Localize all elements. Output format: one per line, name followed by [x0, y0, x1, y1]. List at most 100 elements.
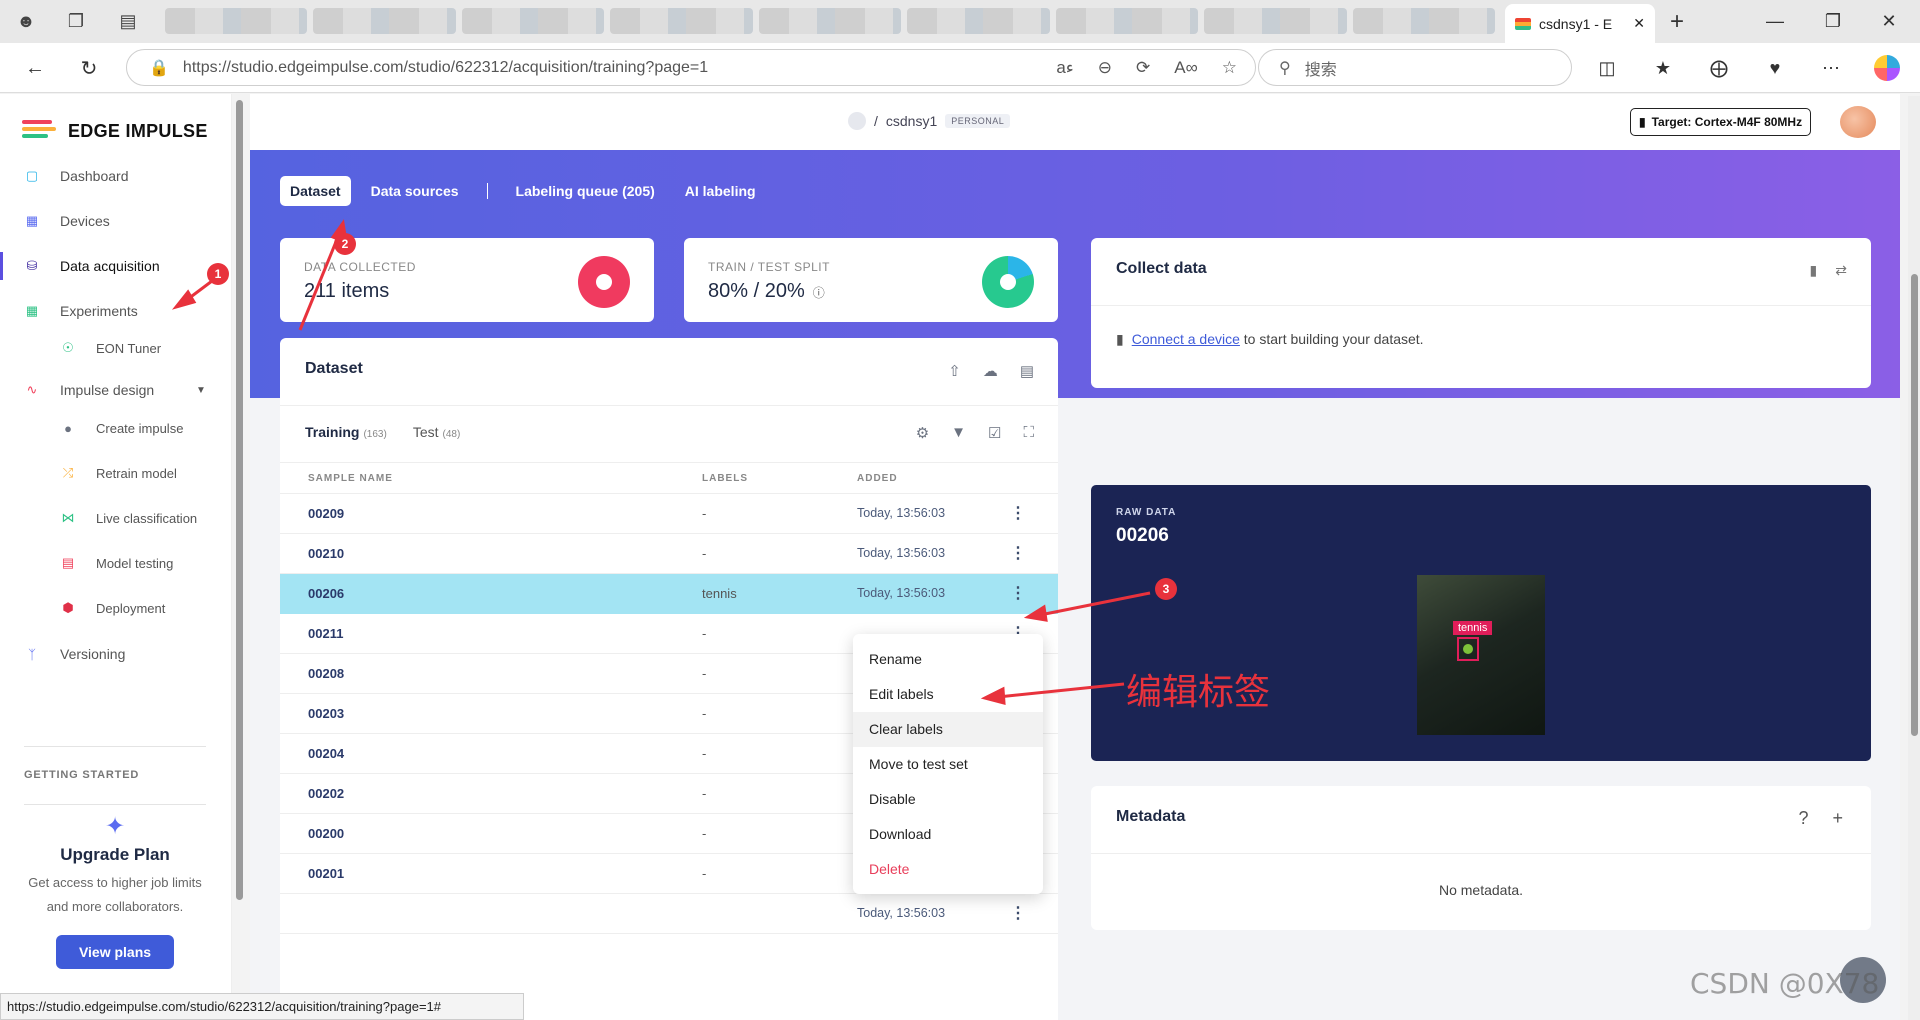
file-icon[interactable]: ▤	[1020, 362, 1034, 380]
split-value-wrap: 80% / 20% ⓘ	[708, 280, 825, 303]
sidebar-item-eon-tuner[interactable]: ☉ EON Tuner	[0, 334, 232, 362]
metadata-title: Metadata	[1116, 808, 1186, 825]
connect-device-link[interactable]: Connect a device	[1132, 331, 1240, 347]
sample-name-cell: 00200	[308, 826, 345, 841]
split-screen-icon[interactable]: ◫	[1590, 51, 1624, 85]
collections-icon[interactable]: ❐	[56, 2, 96, 42]
sidebar-item-live-classification[interactable]: ⋈ Live classification	[0, 504, 232, 532]
favorite-star-icon[interactable]: ☆	[1222, 58, 1237, 78]
browser-health-icon[interactable]: ♥	[1758, 51, 1792, 85]
user-avatar-small[interactable]	[848, 112, 866, 130]
upload-icon[interactable]: ⇧	[948, 362, 961, 380]
avatar[interactable]	[1840, 106, 1876, 138]
fullscreen-icon[interactable]: ⛶	[1023, 424, 1034, 442]
translate-icon[interactable]: aء	[1056, 58, 1073, 78]
usb-icon[interactable]: ⇄	[1835, 262, 1847, 279]
menu-item-disable[interactable]: Disable	[853, 782, 1043, 817]
page-scrollbar[interactable]	[1908, 96, 1920, 1020]
menu-item-move-to-test[interactable]: Move to test set	[853, 747, 1043, 782]
more-menu-icon[interactable]: ⋯	[1814, 51, 1848, 85]
collect-data-body: ▮ Connect a device to start building your…	[1116, 331, 1424, 348]
sidebar-item-retrain-model[interactable]: ⤮ Retrain model	[0, 459, 232, 487]
collections-add-icon[interactable]: ⨁	[1702, 51, 1736, 85]
brand-logo[interactable]: EDGE IMPULSE	[22, 120, 208, 142]
label-cell: -	[702, 506, 707, 521]
table-row[interactable]: Today, 13:56:03 ⋮	[280, 894, 1058, 934]
sidebar-item-data-acquisition[interactable]: ⛁ Data acquisition	[0, 252, 232, 280]
sidebar-scrollbar[interactable]	[236, 100, 243, 900]
help-icon[interactable]: ⓘ	[813, 286, 825, 300]
url-field[interactable]: 🔒 https://studio.edgeimpulse.com/studio/…	[126, 49, 1256, 86]
tab-ai-labeling[interactable]: AI labeling	[675, 176, 766, 206]
row-menu-kebab-icon[interactable]: ⋮	[1010, 503, 1026, 523]
sidebar-item-devices[interactable]: ▦ Devices	[0, 207, 232, 235]
sidebar-item-experiments[interactable]: ▦ Experiments	[0, 297, 232, 325]
row-menu-kebab-icon[interactable]: ⋮	[1010, 583, 1026, 603]
tab-test[interactable]: Test (48)	[413, 424, 460, 440]
menu-item-edit-labels[interactable]: Edit labels	[853, 677, 1043, 712]
target-device-button[interactable]: ▮ Target: Cortex-M4F 80MHz	[1630, 108, 1812, 136]
tab-dataset[interactable]: Dataset	[280, 176, 351, 206]
menu-item-download[interactable]: Download	[853, 817, 1043, 852]
sidebar: EDGE IMPULSE ▢ Dashboard ▦ Devices ⛁ Data a…	[0, 94, 232, 1020]
close-window-icon[interactable]: ✕	[1866, 0, 1912, 43]
data-collected-label: DATA COLLECTED	[304, 260, 416, 274]
row-menu-kebab-icon[interactable]: ⋮	[1010, 543, 1026, 563]
zoom-out-icon[interactable]: ⊖	[1098, 58, 1112, 78]
help-icon[interactable]: ?	[1798, 808, 1808, 829]
acquisition-tabs: Dataset Data sources Labeling queue (205…	[280, 176, 766, 206]
maximize-icon[interactable]: ❐	[1810, 0, 1856, 43]
database-icon: ⛁	[26, 258, 38, 273]
menu-item-rename[interactable]: Rename	[853, 642, 1043, 677]
tab-actions-icon[interactable]: ▤	[108, 2, 148, 42]
table-row[interactable]: 00206 tennis Today, 13:56:03 ⋮	[280, 574, 1058, 614]
sidebar-item-create-impulse[interactable]: ● Create impulse	[0, 414, 232, 442]
chip-icon[interactable]: ▮	[1810, 262, 1818, 279]
cloud-upload-icon[interactable]: ☁	[983, 362, 998, 380]
menu-item-clear-labels[interactable]: Clear labels	[853, 712, 1043, 747]
close-tab-icon[interactable]: ✕	[1633, 15, 1645, 32]
menu-item-delete[interactable]: Delete	[853, 852, 1043, 887]
column-labels[interactable]: LABELS	[702, 473, 748, 484]
new-tab-icon[interactable]: +	[1654, 0, 1700, 43]
column-sample-name[interactable]: SAMPLE NAME	[308, 473, 393, 484]
sidebar-item-versioning[interactable]: ᛉ Versioning	[0, 640, 232, 668]
profile-icon[interactable]: ☻	[6, 2, 46, 42]
extension-icon[interactable]: ⟳	[1136, 58, 1150, 78]
read-aloud-icon[interactable]: A∞	[1174, 58, 1197, 78]
scrollbar-thumb[interactable]	[1911, 274, 1918, 736]
table-row[interactable]: 00210 - Today, 13:56:03 ⋮	[280, 534, 1058, 574]
copilot-icon[interactable]	[1874, 55, 1900, 81]
column-added[interactable]: ADDED	[857, 473, 898, 484]
test-label: Test	[412, 424, 439, 440]
shuffle-icon: ⤮	[62, 465, 74, 480]
reload-icon[interactable]: ↻	[72, 51, 106, 85]
chevron-down-icon[interactable]: ▼	[196, 385, 206, 396]
sidebar-item-deployment[interactable]: ⬢ Deployment	[0, 594, 232, 622]
filter-icon[interactable]: ▼	[951, 424, 966, 442]
added-cell: Today, 13:56:03	[857, 506, 946, 520]
project-name[interactable]: csdnsy1	[886, 113, 937, 129]
minimize-icon[interactable]: —	[1752, 0, 1798, 43]
tab-data-sources[interactable]: Data sources	[361, 176, 469, 206]
row-menu-kebab-icon[interactable]: ⋮	[1010, 903, 1026, 923]
sidebar-item-model-testing[interactable]: ▤ Model testing	[0, 549, 232, 577]
other-browser-tabs[interactable]	[165, 8, 1495, 34]
browser-search-field[interactable]: ⚲ 搜索	[1258, 49, 1572, 86]
active-browser-tab[interactable]: csdnsy1 - E ✕	[1505, 4, 1655, 43]
metadata-header: Metadata ? +	[1091, 786, 1871, 854]
sidebar-item-impulse-design[interactable]: ∿ Impulse design ▼	[0, 376, 232, 404]
table-row[interactable]: 00209 - Today, 13:56:03 ⋮	[280, 494, 1058, 534]
add-icon[interactable]: +	[1832, 808, 1843, 829]
view-plans-button[interactable]: View plans	[56, 935, 174, 969]
tab-training[interactable]: Training (163)	[305, 424, 387, 440]
bbox-label: tennis	[1453, 621, 1493, 635]
favorites-icon[interactable]: ★	[1646, 51, 1680, 85]
raw-data-label: RAW DATA	[1116, 507, 1177, 518]
sidebar-item-dashboard[interactable]: ▢ Dashboard	[0, 162, 232, 190]
back-icon[interactable]: ←	[18, 51, 52, 85]
select-checkbox-icon[interactable]: ☑	[988, 424, 1001, 442]
tab-labeling-queue[interactable]: Labeling queue (205)	[506, 176, 665, 206]
settings-visibility-icon[interactable]: ⚙	[916, 424, 929, 442]
train-test-split-card: TRAIN / TEST SPLIT 80% / 20% ⓘ	[684, 238, 1058, 322]
